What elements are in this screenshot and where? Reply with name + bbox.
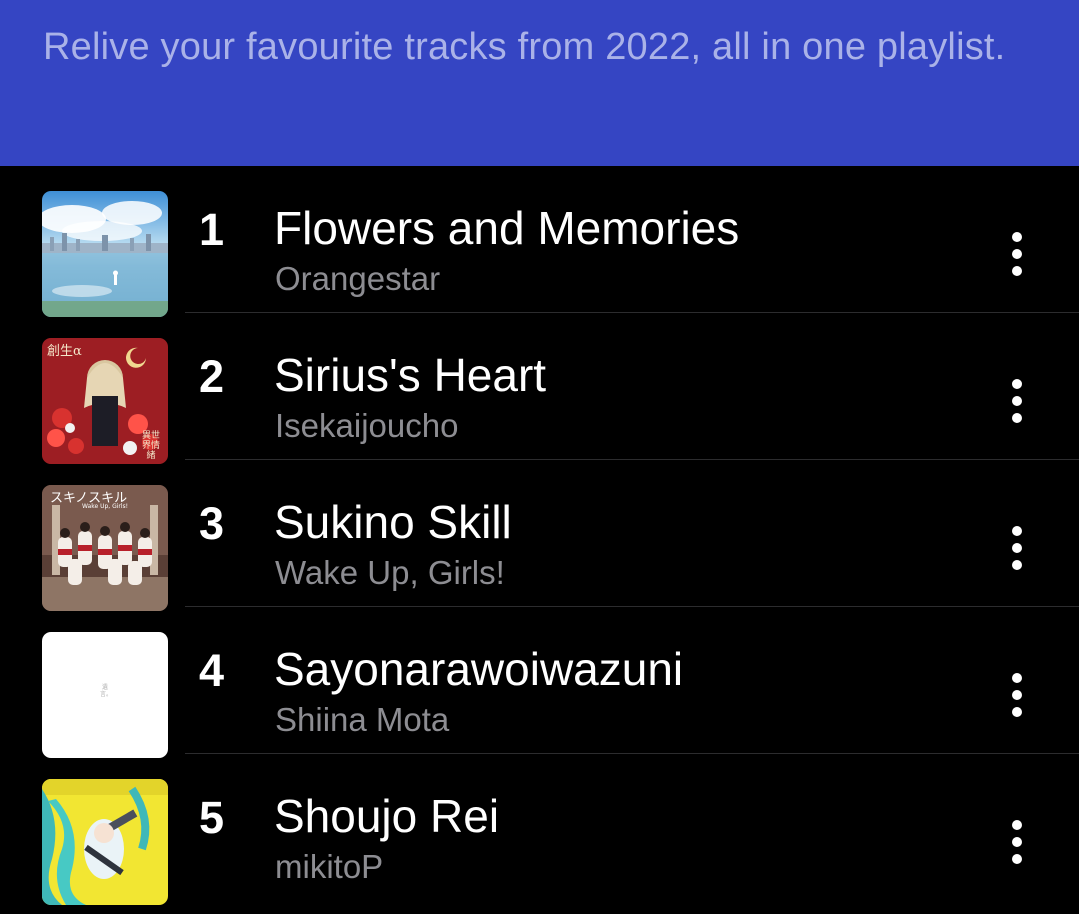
track-artist: Orangestar — [275, 260, 441, 297]
more-options-icon[interactable] — [996, 523, 1038, 575]
more-options-icon[interactable] — [996, 376, 1038, 428]
yellow-anime-art-icon — [42, 779, 168, 905]
track-artist: Isekaijoucho — [275, 407, 459, 444]
sky-city-art-icon — [42, 191, 168, 317]
track-artist: mikitoP — [275, 848, 384, 885]
red-flowers-art-icon: 創生α 異世界情緒 — [42, 338, 168, 464]
track-list: 1 Flowers and Memories Orangestar 創生α 異世… — [0, 166, 1079, 914]
white-minimal-art-icon: 遺言。 — [42, 632, 168, 758]
track-title: Sirius's Heart — [274, 349, 547, 401]
playlist-description: Relive your favourite tracks from 2022, … — [43, 26, 1006, 68]
track-title: Shoujo Rei — [274, 790, 500, 842]
track-title: Flowers and Memories — [274, 202, 740, 254]
album-sub-text: Wake Up, Girls! — [82, 503, 129, 510]
track-artist: Wake Up, Girls! — [275, 554, 505, 591]
album-logo-text: 創生α — [47, 344, 82, 359]
track-number: 5 — [199, 792, 225, 843]
track-row[interactable]: 5 Shoujo Rei mikitoP — [0, 754, 1079, 905]
more-options-icon[interactable] — [996, 817, 1038, 869]
track-row[interactable]: 1 Flowers and Memories Orangestar — [0, 166, 1079, 317]
track-number: 1 — [199, 204, 225, 255]
album-corner-text: 異世界情緒 — [141, 431, 160, 461]
more-options-icon[interactable] — [996, 229, 1038, 281]
track-title: Sukino Skill — [274, 496, 512, 548]
track-number: 2 — [199, 351, 225, 402]
group-stage-art-icon: スキノスキル Wake Up, Girls! — [42, 485, 168, 611]
more-options-icon[interactable] — [996, 670, 1038, 722]
track-row[interactable]: スキノスキル Wake Up, Girls! 3 Sukino Skill Wa… — [0, 460, 1079, 611]
track-title: Sayonarawoiwazuni — [274, 643, 684, 695]
track-number: 3 — [199, 498, 225, 549]
track-artist: Shiina Mota — [275, 701, 450, 738]
track-row[interactable]: 創生α 異世界情緒 2 Sirius's Heart Isekaijoucho — [0, 313, 1079, 464]
track-row[interactable]: 遺言。 4 Sayonarawoiwazuni Shiina Mota — [0, 607, 1079, 758]
playlist-header: Relive your favourite tracks from 2022, … — [0, 0, 1079, 166]
album-mark-text: 遺言。 — [100, 684, 113, 698]
track-number: 4 — [199, 645, 225, 696]
